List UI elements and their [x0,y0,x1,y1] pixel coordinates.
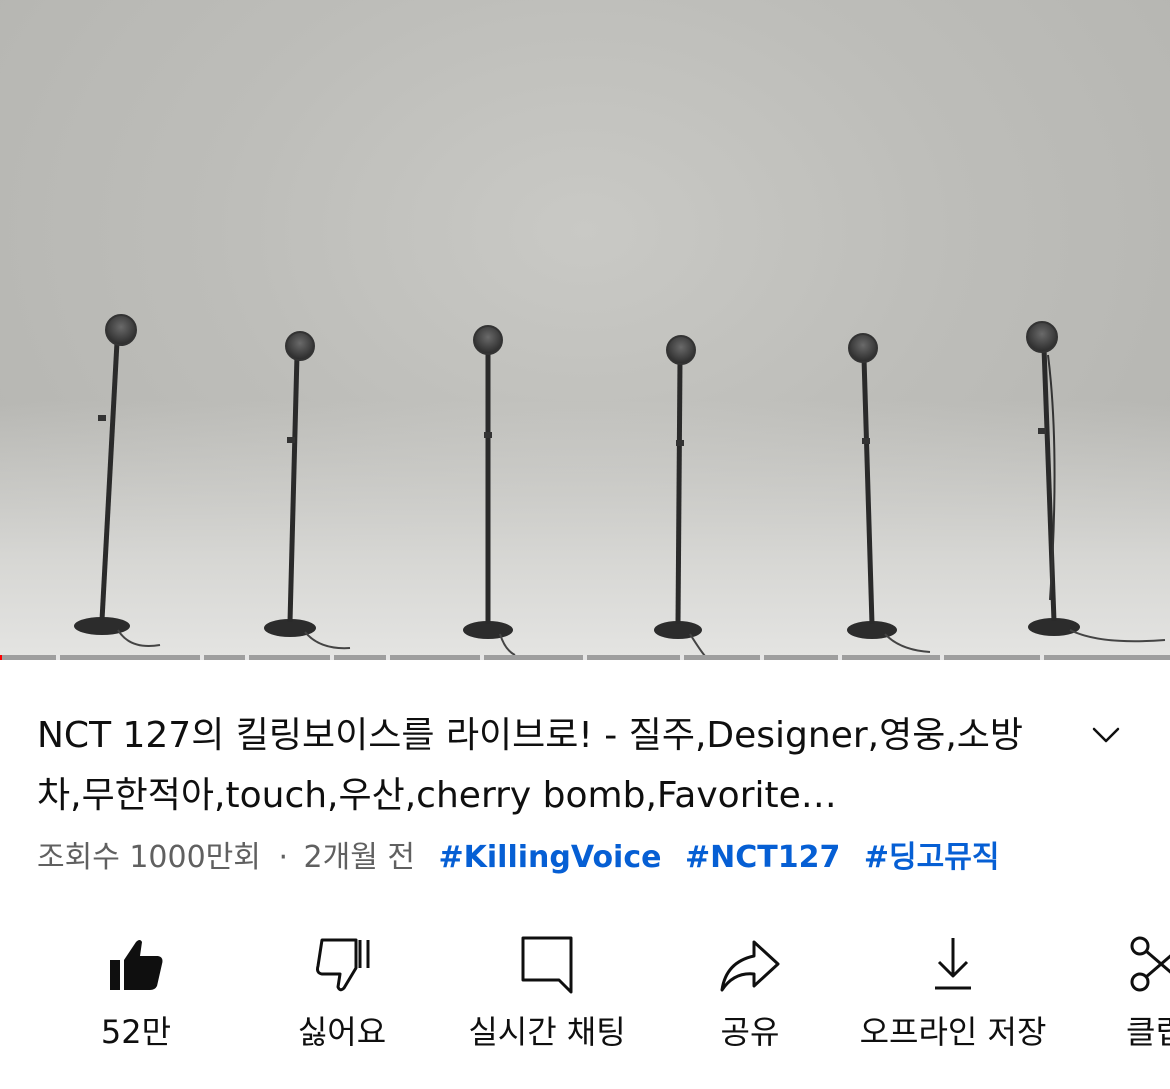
clip-button[interactable]: 클립 [1104,928,1170,1058]
share-arrow-icon [720,940,780,992]
mic-stand-6 [1026,321,1166,643]
thumb-down-icon [316,938,370,992]
chapter-marker [480,655,484,660]
hashtag-link[interactable]: #NCT127 [685,840,840,875]
like-button[interactable]: 52만 [66,928,206,1058]
clip-label: 클립 [1126,1013,1170,1051]
chapter-marker [680,655,684,660]
view-count: 조회수 1000만회 [37,840,261,875]
download-icon [935,938,971,990]
chapter-marker [245,655,249,660]
mic-stand-5 [847,333,931,653]
dislike-button[interactable]: 싫어요 [272,928,412,1058]
mic-stand-4 [654,335,706,657]
live-chat-button[interactable]: 실시간 채팅 [452,928,642,1058]
progress-played [0,655,3,660]
video-player[interactable] [0,0,1170,658]
video-title[interactable]: NCT 127의 킬링보이스를 라이브로! - 질주,Designer,영웅,소… [37,706,1047,826]
chapter-marker [583,655,587,660]
download-button[interactable]: 오프라인 저장 [848,928,1058,1058]
mic-stand-3 [463,325,516,656]
share-button[interactable]: 공유 [690,928,810,1058]
meta-separator: · [278,840,288,875]
microphone-stands-scene [74,314,1166,657]
live-chat-label: 실시간 채팅 [468,1013,626,1051]
chapter-marker [200,655,204,660]
progress-bar[interactable] [0,655,1170,660]
chapter-marker [1040,655,1044,660]
thumb-up-filled-icon [110,940,163,990]
download-label: 오프라인 저장 [859,1013,1047,1051]
chapter-marker [838,655,842,660]
chapter-marker [940,655,944,660]
chat-icon [521,936,573,994]
hashtag-link[interactable]: #딩고뮤직 [864,840,1000,875]
like-count: 52만 [100,1013,172,1051]
action-bar: 52만 싫어요 실시간 채팅 공유 오프라인 저장 클 [0,928,1170,1058]
hashtag-link[interactable]: #KillingVoice [439,840,662,875]
chapter-marker [760,655,764,660]
share-label: 공유 [720,1013,780,1051]
chapter-marker [386,655,390,660]
dislike-label: 싫어요 [297,1013,387,1051]
upload-age: 2개월 전 [303,840,415,875]
chapter-marker [56,655,60,660]
expand-description-button[interactable] [1086,718,1126,752]
scissors-icon [1130,936,1170,992]
chevron-down-icon [1092,727,1120,743]
mic-stand-1 [74,314,161,647]
video-meta: 조회수 1000만회 · 2개월 전 #KillingVoice #NCT127… [37,836,999,880]
mic-stand-2 [264,331,351,650]
chapter-marker [330,655,334,660]
